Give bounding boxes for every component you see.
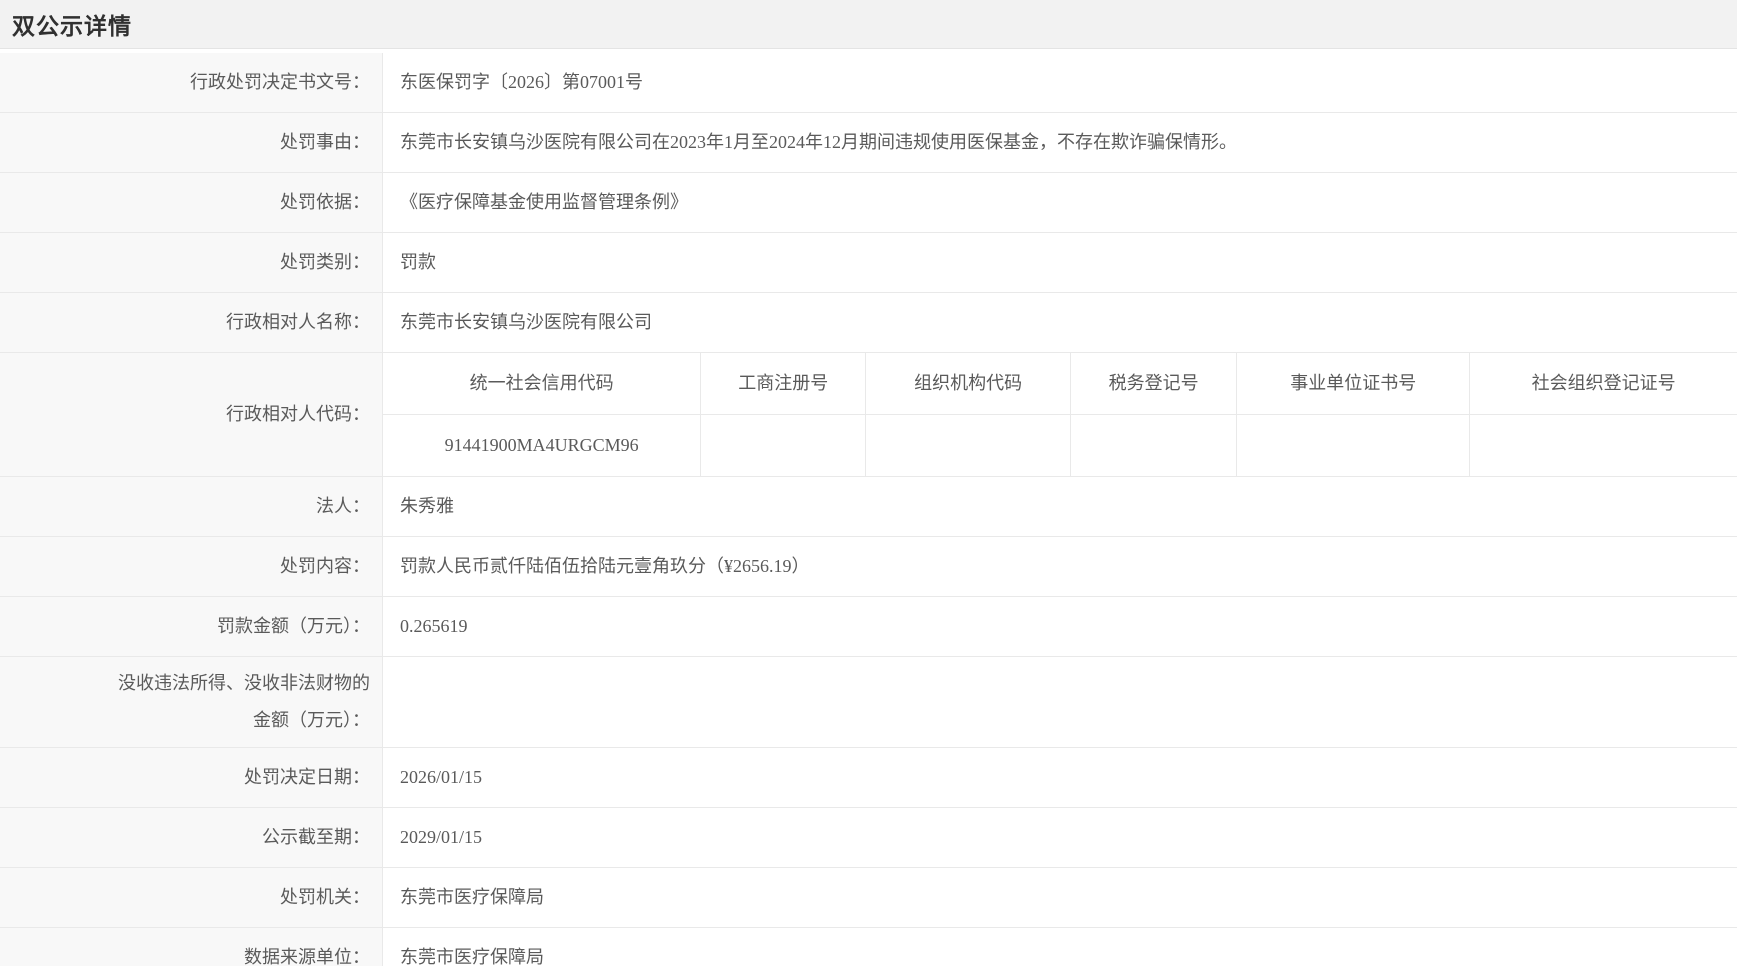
page-header: 双公示详情 (0, 0, 1737, 49)
code-value-institution-certificate (1237, 415, 1471, 476)
field-label: 处罚机关： (0, 867, 383, 927)
field-row-legal-person: 法人： 朱秀雅 (0, 477, 1737, 537)
field-value: 朱秀雅 (400, 496, 454, 517)
field-row-decision-number: 行政处罚决定书文号： 东医保罚字〔2026〕第07001号 (0, 53, 1737, 113)
field-value: 统一社会信用代码 工商注册号 组织机构代码 税务登记号 事业单位证书号 社会组织… (383, 353, 1737, 476)
field-row-party-codes: 行政相对人代码： 统一社会信用代码 工商注册号 组织机构代码 税务登记号 事业单… (0, 353, 1737, 477)
code-header-institution-certificate: 事业单位证书号 (1237, 353, 1471, 414)
field-label: 处罚决定日期： (0, 747, 383, 807)
field-value (383, 657, 1737, 747)
detail-table: 行政处罚决定书文号： 东医保罚字〔2026〕第07001号 处罚事由： 东莞市长… (0, 53, 1737, 966)
field-label: 行政相对人代码： (0, 353, 383, 476)
code-value-business-registration (701, 415, 867, 476)
field-row-penalty-authority: 处罚机关： 东莞市医疗保障局 (0, 867, 1737, 928)
field-value: 东莞市长安镇乌沙医院有限公司在2023年1月至2024年12月期间违规使用医保基… (400, 132, 1237, 153)
page-title: 双公示详情 (12, 13, 132, 39)
disclosure-detail-page: 双公示详情 行政处罚决定书文号： 东医保罚字〔2026〕第07001号 处罚事由… (0, 0, 1737, 966)
field-value: 2026/01/15 (400, 766, 483, 787)
field-row-decision-date: 处罚决定日期： 2026/01/15 (0, 747, 1737, 808)
field-label: 处罚依据： (0, 173, 383, 232)
field-label: 处罚事由： (0, 113, 383, 172)
field-label: 没收违法所得、没收非法财物的 金额（万元）： (0, 657, 383, 747)
field-value: 2029/01/15 (400, 826, 483, 847)
code-value-tax-registration (1071, 415, 1238, 476)
field-value: 罚款人民币贰仟陆佰伍拾陆元壹角玖分（¥2656.19） (400, 556, 810, 577)
field-label: 法人： (0, 477, 383, 536)
code-header-unified-social-credit: 统一社会信用代码 (383, 353, 702, 414)
code-table-header-row: 统一社会信用代码 工商注册号 组织机构代码 税务登记号 事业单位证书号 社会组织… (383, 353, 1737, 415)
code-header-social-org-registration: 社会组织登记证号 (1531, 373, 1676, 394)
code-value-social-org-registration (1470, 415, 1737, 476)
code-table-value-row: 91441900MA4URGCM96 (383, 415, 1737, 476)
field-label: 公示截至期： (0, 807, 383, 867)
field-value: 东医保罚字〔2026〕第07001号 (400, 72, 643, 93)
field-value: 东莞市长安镇乌沙医院有限公司 (400, 312, 652, 333)
field-row-party-name: 行政相对人名称： 东莞市长安镇乌沙医院有限公司 (0, 293, 1737, 353)
field-label: 行政处罚决定书文号： (0, 53, 383, 112)
code-value-unified-social-credit: 91441900MA4URGCM96 (383, 415, 702, 476)
field-label: 罚款金额（万元）： (0, 597, 383, 656)
code-header-tax-registration: 税务登记号 (1071, 353, 1238, 414)
field-label: 数据来源单位： (0, 927, 383, 966)
code-header-business-registration: 工商注册号 (701, 353, 867, 414)
field-value: 东莞市医疗保障局 (400, 886, 544, 907)
field-label: 行政相对人名称： (0, 293, 383, 352)
code-value-organization-code (866, 415, 1071, 476)
field-value: 0.265619 (400, 616, 468, 637)
field-row-penalty-category: 处罚类别： 罚款 (0, 233, 1737, 293)
field-row-penalty-reason: 处罚事由： 东莞市长安镇乌沙医院有限公司在2023年1月至2024年12月期间违… (0, 113, 1737, 173)
field-row-data-source-unit: 数据来源单位： 东莞市医疗保障局 (0, 927, 1737, 966)
field-row-penalty-basis: 处罚依据： 《医疗保障基金使用监督管理条例》 (0, 173, 1737, 233)
code-header-organization-code: 组织机构代码 (866, 353, 1071, 414)
field-row-publicity-deadline: 公示截至期： 2029/01/15 (0, 807, 1737, 868)
field-row-fine-amount: 罚款金额（万元）： 0.265619 (0, 597, 1737, 657)
field-row-penalty-content: 处罚内容： 罚款人民币贰仟陆佰伍拾陆元壹角玖分（¥2656.19） (0, 537, 1737, 597)
field-label: 处罚内容： (0, 537, 383, 596)
field-row-confiscation-amount: 没收违法所得、没收非法财物的 金额（万元）： (0, 657, 1737, 748)
field-label: 处罚类别： (0, 233, 383, 292)
field-value: 罚款 (400, 252, 436, 273)
field-value: 《医疗保障基金使用监督管理条例》 (400, 192, 688, 213)
credit-code-table: 统一社会信用代码 工商注册号 组织机构代码 税务登记号 事业单位证书号 社会组织… (383, 353, 1737, 476)
field-value: 东莞市医疗保障局 (400, 946, 544, 966)
